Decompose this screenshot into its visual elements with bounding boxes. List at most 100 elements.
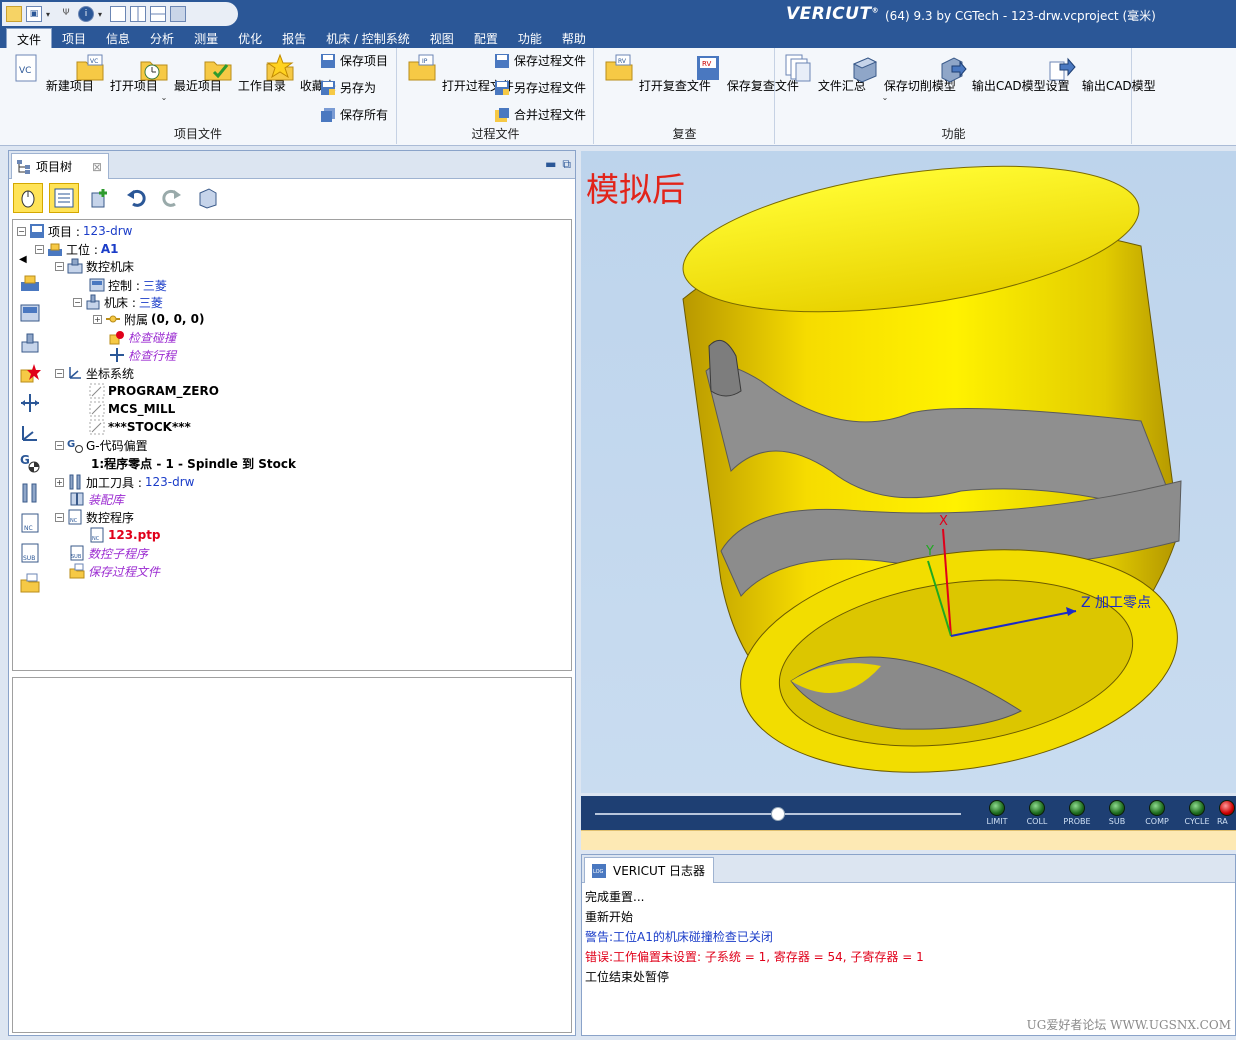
open-project-button[interactable]: VC 打开项目 xyxy=(74,52,158,94)
save-cut-model-button[interactable]: 保存切削模型 ⌄ xyxy=(848,52,956,102)
export-cad-button[interactable]: 输出CAD模型 xyxy=(1046,52,1156,94)
save-as-button[interactable]: 另存为 xyxy=(320,79,376,96)
layout-grid-icon[interactable] xyxy=(170,6,186,22)
save-all-button[interactable]: 保存所有 xyxy=(320,106,388,123)
control-icon[interactable] xyxy=(19,302,41,324)
undo-button[interactable] xyxy=(121,183,151,213)
tab-machine-control[interactable]: 机床 / 控制系统 xyxy=(316,28,420,48)
collapse-icon[interactable]: − xyxy=(55,440,64,450)
mouse-select-button[interactable] xyxy=(13,183,43,213)
collapse-icon[interactable]: − xyxy=(35,244,44,254)
led-coll[interactable]: COLL xyxy=(1017,800,1057,826)
graphics-viewport[interactable]: 模拟后 X Y Z 加工零点 xyxy=(581,151,1236,793)
process-file-icon[interactable] xyxy=(19,572,41,594)
led-cycle[interactable]: CYCLE xyxy=(1177,800,1217,826)
tab-function[interactable]: 功能 xyxy=(508,28,552,48)
close-icon[interactable]: ⊠ xyxy=(92,160,102,174)
collapse-icon[interactable]: − xyxy=(17,226,26,236)
collapse-icon[interactable]: − xyxy=(55,368,64,378)
open-review-button[interactable]: RV 打开复查文件 xyxy=(603,52,711,94)
add-component-button[interactable] xyxy=(85,183,115,213)
recent-project-button[interactable]: 最近项目 ⌄ xyxy=(138,52,222,102)
minimize-icon[interactable]: ▬ xyxy=(545,157,556,172)
gcode-offset-icon[interactable]: G xyxy=(19,452,41,474)
restore-icon[interactable]: ⧉ xyxy=(562,157,571,172)
tree-node-travel-check[interactable]: 检查行程 xyxy=(109,346,176,364)
collapse-icon[interactable]: − xyxy=(55,512,64,522)
tree-node-cnc-machine[interactable]: − 数控机床 xyxy=(55,257,134,275)
work-dir-button[interactable]: 工作目录 xyxy=(202,52,286,94)
tree-node-save-process[interactable]: 保存过程文件 xyxy=(69,562,160,580)
led-comp[interactable]: COMP xyxy=(1137,800,1177,826)
tab-config[interactable]: 配置 xyxy=(464,28,508,48)
tree-node-coord-system[interactable]: − 坐标系统 xyxy=(55,364,134,382)
nc-subroutine-icon[interactable]: SUB xyxy=(19,542,41,564)
travel-limit-icon[interactable] xyxy=(19,392,41,414)
tree-node-nc-programs[interactable]: − NC 数控程序 xyxy=(55,508,134,526)
save-icon[interactable]: ▣ xyxy=(26,6,42,22)
collapse-icon[interactable]: − xyxy=(73,297,82,307)
expand-tree-button[interactable] xyxy=(193,183,223,213)
save-review-button[interactable]: RV 保存复查文件 xyxy=(691,52,799,94)
info-icon[interactable]: i xyxy=(78,6,94,22)
tree-node-machine[interactable]: − 机床 : 三菱 xyxy=(73,293,163,311)
tab-project-tree[interactable]: 项目树 ⊠ xyxy=(11,153,109,179)
tab-help[interactable]: 帮助 xyxy=(552,28,596,48)
save-process-as-button[interactable]: 另存过程文件 xyxy=(494,79,586,96)
tree-node-project[interactable]: − 项目 : 123-drw xyxy=(17,222,132,240)
tree-node-program-zero[interactable]: PROGRAM_ZERO xyxy=(89,382,219,400)
chevron-down-icon[interactable]: ▾ xyxy=(46,10,54,19)
chevron-down-icon[interactable]: ▾ xyxy=(98,10,106,19)
tab-analysis[interactable]: 分析 xyxy=(140,28,184,48)
tree-node-attach[interactable]: + 附属 (0, 0, 0) xyxy=(93,310,205,328)
tab-info[interactable]: 信息 xyxy=(96,28,140,48)
redo-button[interactable] xyxy=(157,183,187,213)
setup-icon[interactable] xyxy=(19,272,41,294)
new-project-button[interactable]: VC 新建项目 xyxy=(10,52,94,94)
coordinate-system-icon[interactable] xyxy=(19,422,41,444)
tab-optimize[interactable]: 优化 xyxy=(228,28,272,48)
tree-node-control[interactable]: 控制 : 三菱 xyxy=(89,276,167,294)
tree-node-nc-subroutines[interactable]: SUB 数控子程序 xyxy=(69,544,148,562)
folder-icon[interactable] xyxy=(6,6,22,22)
led-sub[interactable]: SUB xyxy=(1097,800,1137,826)
tree-node-tools[interactable]: + 加工刀具 : 123-drw xyxy=(55,473,194,491)
tab-measure[interactable]: 测量 xyxy=(184,28,228,48)
led-ra[interactable]: RA xyxy=(1217,800,1236,826)
save-project-button[interactable]: 保存项目 xyxy=(320,52,388,69)
tab-logger[interactable]: LOG VERICUT 日志器 xyxy=(584,857,714,883)
led-limit[interactable]: LIMIT xyxy=(977,800,1017,826)
file-summary-button[interactable]: 文件汇总 xyxy=(782,52,866,94)
collapse-icon[interactable]: − xyxy=(55,261,64,271)
layout-horizontal-icon[interactable] xyxy=(150,6,166,22)
tool-icon[interactable]: Ψ xyxy=(58,6,74,22)
expand-icon[interactable]: + xyxy=(55,477,64,487)
tree-node-gcode-offset[interactable]: − G G-代码偏置 xyxy=(55,436,148,454)
nc-program-icon[interactable]: NC xyxy=(19,512,41,534)
tab-file[interactable]: 文件 xyxy=(6,28,53,48)
tree-node-nc-file[interactable]: NC 123.ptp xyxy=(89,526,161,544)
tree-node-collision-check[interactable]: 检查碰撞 xyxy=(109,328,176,346)
layout-vertical-icon[interactable] xyxy=(130,6,146,22)
export-cad-settings-button[interactable]: 输出CAD模型设置 xyxy=(936,52,1070,94)
tools-icon[interactable] xyxy=(19,482,41,504)
collision-icon[interactable] xyxy=(19,362,41,384)
tree-node-setup[interactable]: − 工位 : A1 xyxy=(35,240,119,258)
tree-node-stock[interactable]: ***STOCK*** xyxy=(89,418,191,436)
tab-report[interactable]: 报告 xyxy=(272,28,316,48)
favorites-button[interactable]: 收藏夹 xyxy=(264,52,336,94)
expand-icon[interactable]: + xyxy=(93,314,102,324)
open-process-button[interactable]: IP 打开过程文件 xyxy=(406,52,514,94)
save-process-button[interactable]: 保存过程文件 xyxy=(494,52,586,69)
properties-button[interactable] xyxy=(49,183,79,213)
merge-process-button[interactable]: 合并过程文件 xyxy=(494,106,586,123)
layout-single-icon[interactable] xyxy=(110,6,126,22)
tab-view[interactable]: 视图 xyxy=(420,28,464,48)
machine-icon[interactable] xyxy=(19,332,41,354)
led-probe[interactable]: PROBE xyxy=(1057,800,1097,826)
tree-node-fixtures[interactable]: 装配库 xyxy=(69,490,124,508)
tab-project[interactable]: 项目 xyxy=(52,28,96,48)
tree-node-offset-item[interactable]: 1:程序零点 - 1 - Spindle 到 Stock xyxy=(91,454,296,472)
tree-node-mcs-mill[interactable]: MCS_MILL xyxy=(89,400,175,418)
speed-slider-thumb[interactable] xyxy=(771,807,785,821)
